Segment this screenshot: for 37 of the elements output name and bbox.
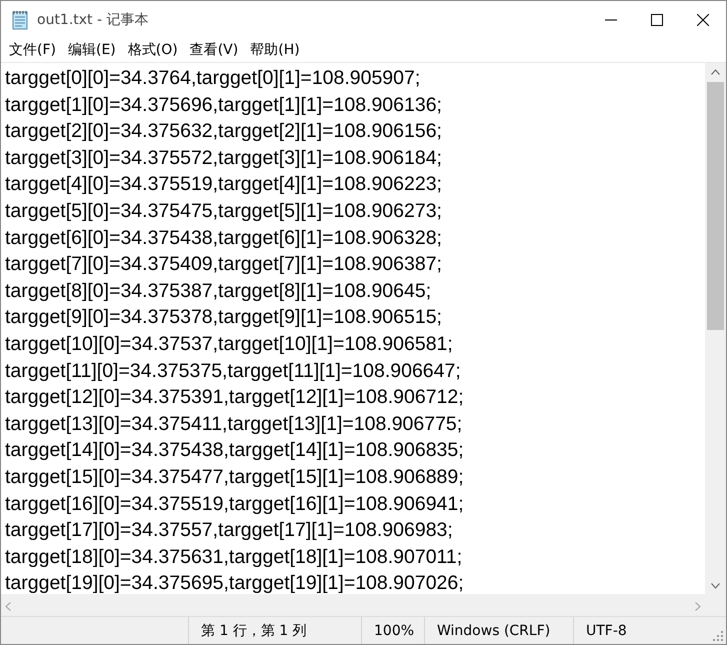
text-line: targget[18][0]=34.375631,targget[18][1]=108.907011; xyxy=(5,544,464,570)
text-line: targget[1][0]=34.375696,targget[1][1]=108.906136; xyxy=(5,92,443,118)
text-line: targget[16][0]=34.375519,targget[16][1]=108.906941; xyxy=(5,492,465,516)
encoding: UTF-8 xyxy=(586,622,627,638)
text-line: targget[17][0]=34.37557,targget[17][1]=108.906983; xyxy=(5,518,454,544)
text-line: targget[15][0]=34.375477,targget[15][1]=108.906889; xyxy=(5,464,465,490)
text-line: targget[4][0]=34.375519,targget[4][1]=108.906223; xyxy=(5,172,443,198)
zoom-level: 100% xyxy=(374,622,414,638)
text-line: targget[19][0]=34.375695,targget[19][1]=108.907026; xyxy=(5,571,465,594)
line-ending: Windows (CRLF) xyxy=(437,622,550,638)
text-line: targget[8][0]=34.375387,targget[8][1]=108.90645; xyxy=(5,278,432,304)
text-line: targget[14][0]=34.375438,targget[14][1]=108.906835; xyxy=(5,438,465,464)
menu-item[interactable]: 格式(O) xyxy=(122,41,184,59)
text-line: targget[9][0]=34.375378,targget[9][1]=108.906515; xyxy=(5,305,443,330)
text-line: targget[7][0]=34.375409,targget[7][1]=108.906387; xyxy=(5,252,443,278)
menu-item[interactable]: 编辑(E) xyxy=(62,41,122,59)
menu-item[interactable]: 文件(F) xyxy=(3,41,62,59)
scroll-down-icon[interactable] xyxy=(711,582,720,588)
close-icon[interactable] xyxy=(697,14,709,26)
notepad-icon xyxy=(11,10,29,30)
window-title: out1.txt - 记事本 xyxy=(37,10,150,28)
text-line: targget[12][0]=34.375391,targget[12][1]=108.906712; xyxy=(5,385,465,410)
scroll-up-icon[interactable] xyxy=(711,68,720,74)
text-line: targget[6][0]=34.375438,targget[6][1]=108.906328; xyxy=(5,226,443,251)
text-line: targget[5][0]=34.375475,targget[5][1]=108.906273; xyxy=(5,198,443,224)
text-line: targget[0][0]=34.3764,targget[0][1]=108.905907; xyxy=(5,66,422,91)
cursor-position: 第 1 行，第 1 列 xyxy=(201,622,307,640)
maximize-icon[interactable] xyxy=(651,14,663,26)
menu-item[interactable]: 查看(V) xyxy=(184,41,244,59)
menu-item[interactable]: 帮助(H) xyxy=(244,41,306,59)
text-line: targget[3][0]=34.375572,targget[3][1]=108.906184; xyxy=(5,146,443,171)
scrollbar-thumb[interactable] xyxy=(707,82,724,330)
text-line: targget[10][0]=34.37537,targget[10][1]=108.906581; xyxy=(5,332,454,357)
resize-grip-icon[interactable] xyxy=(710,628,724,642)
text-line: targget[13][0]=34.375411,targget[13][1]=108.906775; xyxy=(5,412,464,437)
text-line: targget[11][0]=34.375375,targget[11][1]=108.906647; xyxy=(5,358,462,384)
text-line: targget[2][0]=34.375632,targget[2][1]=108.906156; xyxy=(5,119,443,144)
